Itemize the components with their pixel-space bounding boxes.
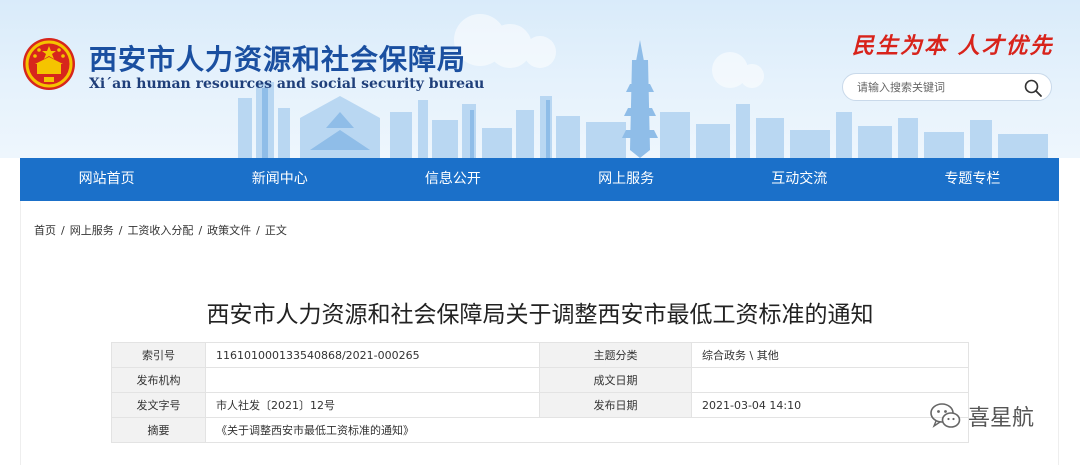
main-nav: 网站首页 新闻中心 信息公开 网上服务 互动交流 专题专栏 (20, 158, 1059, 201)
wechat-watermark: 喜星航 (928, 398, 1034, 434)
breadcrumb-separator: / (61, 224, 65, 237)
document-meta-table: 索引号 116101000133540868/2021-000265 主题分类 … (111, 342, 969, 443)
breadcrumb-policy-documents[interactable]: 政策文件 (207, 224, 251, 237)
meta-created-date-label: 成文日期 (539, 367, 692, 393)
site-header: 西安市人力资源和社会保障局 Xi´an human resources and … (0, 0, 1080, 158)
national-emblem-icon (23, 38, 75, 90)
breadcrumb: 首页 / 网上服务 / 工资收入分配 / 政策文件 / 正文 (34, 222, 287, 238)
table-row: 发文字号 市人社发〔2021〕12号 发布日期 2021-03-04 14:10 (111, 392, 969, 418)
breadcrumb-home[interactable]: 首页 (34, 224, 56, 237)
breadcrumb-separator: / (118, 224, 123, 237)
meta-index-value: 116101000133540868/2021-000265 (205, 342, 540, 368)
nav-item-info-disclosure[interactable]: 信息公开 (366, 158, 539, 201)
article-title: 西安市人力资源和社会保障局关于调整西安市最低工资标准的通知 (206, 302, 874, 328)
search-box (842, 73, 1052, 101)
site-subtitle: Xi´an human resources and social securit… (89, 76, 485, 92)
nav-item-special-topics[interactable]: 专题专栏 (886, 158, 1059, 201)
meta-issuer-value (205, 367, 540, 393)
breadcrumb-separator: / (198, 224, 203, 237)
meta-issuer-label: 发布机构 (111, 367, 206, 393)
table-row: 索引号 116101000133540868/2021-000265 主题分类 … (111, 342, 969, 368)
site-slogan: 民生为本 人才优先 (852, 33, 1054, 59)
meta-abstract-label: 摘要 (111, 417, 206, 443)
breadcrumb-current: 正文 (264, 224, 287, 237)
breadcrumb-separator: / (256, 224, 260, 237)
meta-category-value: 综合政务 \ 其他 (691, 342, 969, 368)
site-title: 西安市人力资源和社会保障局 (89, 43, 467, 76)
meta-docno-value: 市人社发〔2021〕12号 (205, 392, 540, 418)
meta-abstract-value: 《关于调整西安市最低工资标准的通知》 (205, 417, 969, 443)
watermark-text: 喜星航 (968, 406, 1035, 431)
search-input[interactable] (857, 78, 1022, 96)
meta-created-date-value (691, 367, 969, 393)
wechat-icon (930, 403, 961, 428)
meta-published-date-value: 2021-03-04 14:10 (691, 392, 969, 418)
search-icon[interactable] (1023, 78, 1043, 98)
nav-item-home[interactable]: 网站首页 (20, 158, 193, 201)
breadcrumb-online-services[interactable]: 网上服务 (70, 224, 114, 237)
table-row: 摘要 《关于调整西安市最低工资标准的通知》 (111, 417, 969, 443)
nav-item-news[interactable]: 新闻中心 (193, 158, 366, 201)
nav-item-online-services[interactable]: 网上服务 (540, 158, 713, 201)
meta-published-date-label: 发布日期 (539, 392, 692, 418)
breadcrumb-wage-distribution[interactable]: 工资收入分配 (127, 224, 193, 237)
table-row: 发布机构 成文日期 (111, 367, 969, 393)
meta-category-label: 主题分类 (539, 342, 692, 368)
meta-index-label: 索引号 (111, 342, 206, 368)
meta-docno-label: 发文字号 (111, 392, 206, 418)
nav-item-interaction[interactable]: 互动交流 (713, 158, 886, 201)
